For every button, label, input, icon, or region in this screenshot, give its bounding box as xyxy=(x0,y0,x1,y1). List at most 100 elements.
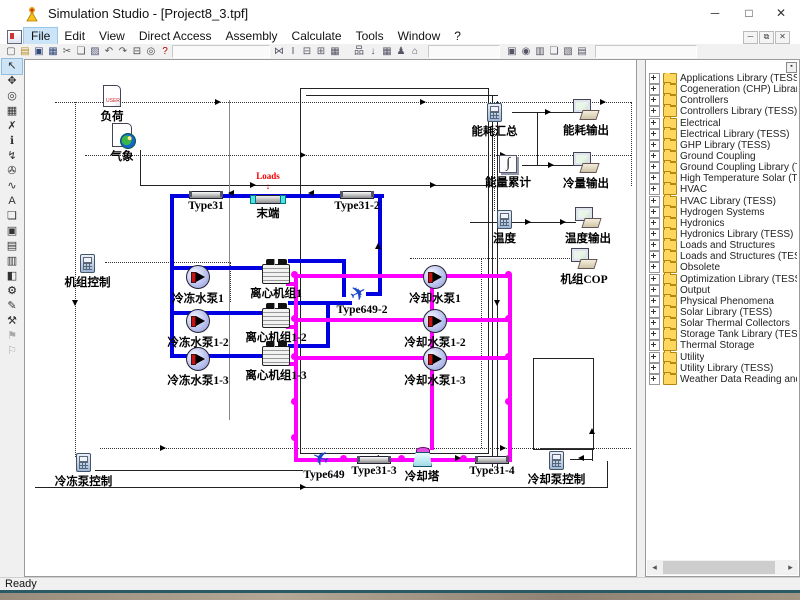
paste-icon[interactable]: ▨ xyxy=(88,45,102,58)
assembly-tree-icon[interactable]: 品 xyxy=(352,45,366,58)
tree-expander-icon[interactable] xyxy=(649,184,660,195)
zoom-icon[interactable]: ◎ xyxy=(2,89,22,104)
tree-expander-icon[interactable] xyxy=(649,251,660,262)
component-unit-cop[interactable]: 机组COP xyxy=(571,248,597,270)
tree-expander-icon[interactable] xyxy=(649,207,660,218)
tree-expander-icon[interactable] xyxy=(649,106,660,117)
tree-expander-icon[interactable] xyxy=(649,162,660,173)
menu-view[interactable]: View xyxy=(92,28,132,44)
tree-expander-icon[interactable] xyxy=(649,318,660,329)
component-type31-4[interactable]: Type31-4 xyxy=(475,456,509,464)
tree-expander-icon[interactable] xyxy=(649,240,660,251)
power-icon[interactable]: ↯ xyxy=(2,149,22,164)
tree-expander-icon[interactable] xyxy=(649,340,660,351)
flag-a-icon[interactable]: ⚑ xyxy=(2,329,22,344)
cut-icon[interactable]: ✂ xyxy=(60,45,74,58)
settings-icon[interactable]: ⚙ xyxy=(2,284,22,299)
component-terminal[interactable]: Loads↓末端 xyxy=(251,195,285,204)
text-icon[interactable]: A xyxy=(2,194,22,209)
component-energy-integ[interactable]: 能量累计 xyxy=(499,155,517,173)
snapshot-icon[interactable]: ▦ xyxy=(2,104,22,119)
pen-icon[interactable]: ✎ xyxy=(2,299,22,314)
component-chiller-2[interactable]: 离心机组1-2 xyxy=(262,308,290,328)
tree-expander-icon[interactable] xyxy=(649,374,660,385)
zoom-in-window-icon[interactable]: ⊞ xyxy=(314,45,328,58)
info-icon[interactable]: ℹ xyxy=(2,134,22,149)
component-chw-pump-1[interactable]: 冷冻水泵1 xyxy=(186,265,210,289)
report-tool-icon[interactable]: ❏ xyxy=(547,45,561,58)
tree-expander-icon[interactable] xyxy=(649,285,660,296)
tree-expander-icon[interactable] xyxy=(649,95,660,106)
table-view-icon[interactable]: ▥ xyxy=(2,254,22,269)
menu-tools[interactable]: Tools xyxy=(349,28,391,44)
tree-expander-icon[interactable] xyxy=(649,84,660,95)
copy-icon[interactable]: ❏ xyxy=(74,45,88,58)
redo-icon[interactable]: ↷ xyxy=(116,45,130,58)
menu-calculate[interactable]: Calculate xyxy=(285,28,349,44)
component-type649-2[interactable]: Type649-2 xyxy=(350,283,374,303)
layout-grid-icon[interactable]: ▦ xyxy=(380,45,394,58)
component-cooling-out[interactable]: 冷量输出 xyxy=(573,152,599,174)
help-icon[interactable]: ? xyxy=(158,45,172,58)
component-weather[interactable]: 气象 xyxy=(112,123,132,147)
tree-item-weather-data-reading-and-process[interactable]: Weather Data Reading and Process xyxy=(648,374,797,385)
component-type31-3[interactable]: Type31-3 xyxy=(357,456,391,464)
new-window-icon[interactable]: ❏ xyxy=(2,209,22,224)
library-horizontal-scrollbar[interactable]: ◂ ▸ xyxy=(647,560,798,575)
sort-down-icon[interactable]: ↓ xyxy=(366,45,380,58)
print-icon[interactable]: ⊟ xyxy=(130,45,144,58)
home-view-icon[interactable]: ⌂ xyxy=(408,45,422,58)
component-chiller-1[interactable]: 离心机组1 xyxy=(262,264,290,284)
print-preview-icon[interactable]: ◎ xyxy=(144,45,158,58)
component-order-icon[interactable]: ♟ xyxy=(394,45,408,58)
component-cw-pump-2[interactable]: 冷却水泵1-2 xyxy=(423,309,447,333)
tree-expander-icon[interactable] xyxy=(649,296,660,307)
scroll-left-arrow[interactable]: ◂ xyxy=(647,560,662,575)
fit-vertical-icon[interactable]: I xyxy=(286,45,300,58)
tree-expander-icon[interactable] xyxy=(649,274,660,285)
export-tool-icon[interactable]: ▧ xyxy=(561,45,575,58)
tree-expander-icon[interactable] xyxy=(649,173,660,184)
tree-expander-icon[interactable] xyxy=(649,73,660,84)
tree-expander-icon[interactable] xyxy=(649,262,660,273)
close-button[interactable]: ✕ xyxy=(766,0,796,26)
select-icon[interactable]: ↖ xyxy=(2,59,22,74)
scrollbar-thumb[interactable] xyxy=(663,561,775,574)
delete-icon[interactable]: ✗ xyxy=(2,119,22,134)
maximize-button[interactable]: □ xyxy=(734,0,764,26)
flag-b-icon[interactable]: ⚐ xyxy=(2,344,22,359)
component-cw-pump-ctrl[interactable]: 冷却泵控制 xyxy=(549,451,564,470)
plot-tool-icon[interactable]: ◉ xyxy=(519,45,533,58)
menu-window[interactable]: Window xyxy=(391,28,448,44)
panel-scroll-up-button[interactable]: ▪ xyxy=(786,62,797,73)
mdi-minimize-button[interactable]: ─ xyxy=(743,31,758,44)
layers-icon[interactable]: ▤ xyxy=(2,239,22,254)
component-energy-out[interactable]: 能耗输出 xyxy=(573,99,599,121)
menu-file[interactable]: File xyxy=(24,28,57,44)
scroll-right-arrow[interactable]: ▸ xyxy=(783,560,798,575)
undo-icon[interactable]: ↶ xyxy=(102,45,116,58)
component-cw-pump-1[interactable]: 冷却水泵1 xyxy=(423,265,447,289)
component-cw-pump-3[interactable]: 冷却水泵1-3 xyxy=(423,347,447,371)
component-cooling-tower[interactable]: 冷却塔 xyxy=(412,447,432,467)
new-file-icon[interactable]: ▢ xyxy=(4,45,18,58)
pan-icon[interactable]: ✥ xyxy=(2,74,22,89)
menu-[interactable]: ? xyxy=(447,28,468,44)
minimize-button[interactable]: ─ xyxy=(700,0,730,26)
tree-expander-icon[interactable] xyxy=(649,129,660,140)
build-icon[interactable]: ⚒ xyxy=(2,314,22,329)
open-file-icon[interactable]: ▤ xyxy=(18,45,32,58)
save-file-icon[interactable]: ▣ xyxy=(32,45,46,58)
component-type31[interactable]: Type31 xyxy=(189,191,223,199)
menu-direct-access[interactable]: Direct Access xyxy=(132,28,219,44)
component-chw-pump-3[interactable]: 冷冻水泵1-3 xyxy=(186,347,210,371)
component-chw-pump-2[interactable]: 冷冻水泵1-2 xyxy=(186,309,210,333)
output-manager-icon[interactable]: ▣ xyxy=(505,45,519,58)
component-temperature[interactable]: 温度 xyxy=(497,210,512,229)
tree-expander-icon[interactable] xyxy=(649,151,660,162)
tree-expander-icon[interactable] xyxy=(649,218,660,229)
menu-assembly[interactable]: Assembly xyxy=(219,28,285,44)
tree-expander-icon[interactable] xyxy=(649,140,660,151)
zoom-out-window-icon[interactable]: ⊟ xyxy=(300,45,314,58)
plug-icon[interactable]: ✇ xyxy=(2,164,22,179)
